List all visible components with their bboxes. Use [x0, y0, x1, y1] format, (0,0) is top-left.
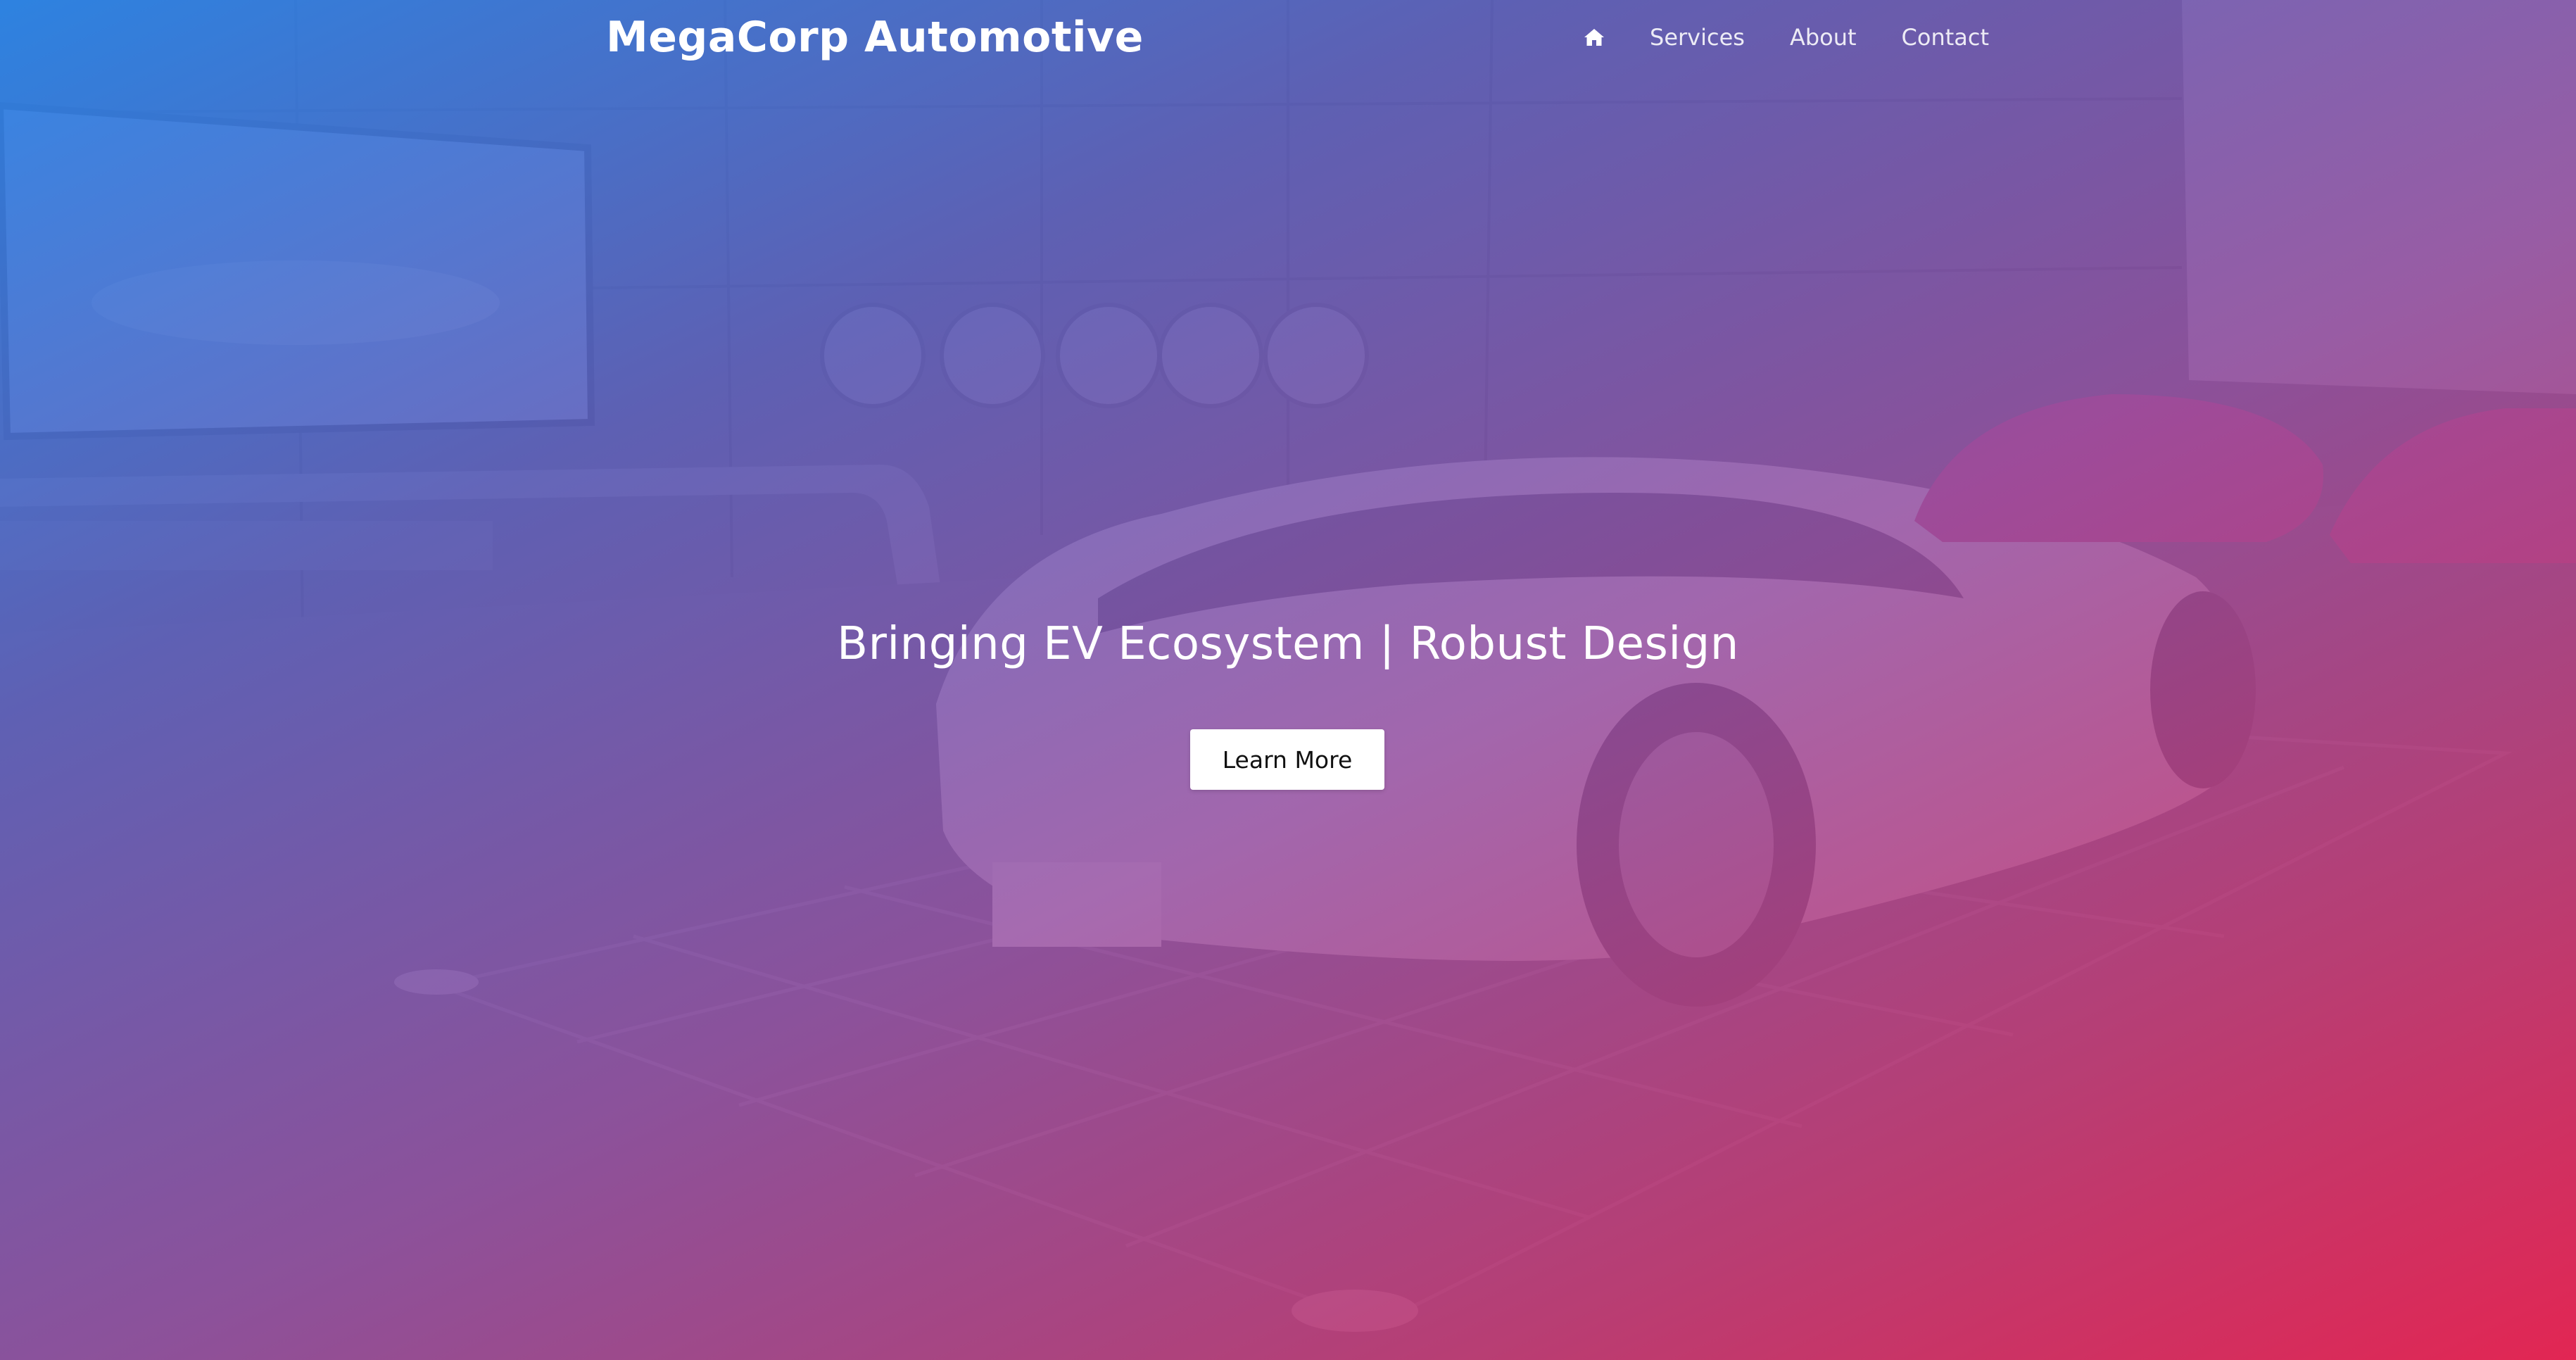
- nav-link-services[interactable]: Services: [1650, 24, 1745, 51]
- top-navbar: MegaCorp Automotive Services About Conta…: [0, 0, 2576, 79]
- nav-home-link[interactable]: [1584, 28, 1605, 46]
- nav-link-contact[interactable]: Contact: [1902, 24, 1990, 51]
- nav-link-about[interactable]: About: [1790, 24, 1857, 51]
- brand-logo-text[interactable]: MegaCorp Automotive: [606, 13, 1144, 62]
- nav-links: Services About Contact: [1584, 24, 1989, 51]
- home-icon: [1584, 28, 1605, 46]
- gradient-overlay: [0, 0, 2576, 1360]
- learn-more-button[interactable]: Learn More: [1190, 729, 1384, 790]
- hero-headline: Bringing EV Ecosystem | Robust Design: [837, 618, 1739, 670]
- hero-section: MegaCorp Automotive Services About Conta…: [0, 0, 2576, 1360]
